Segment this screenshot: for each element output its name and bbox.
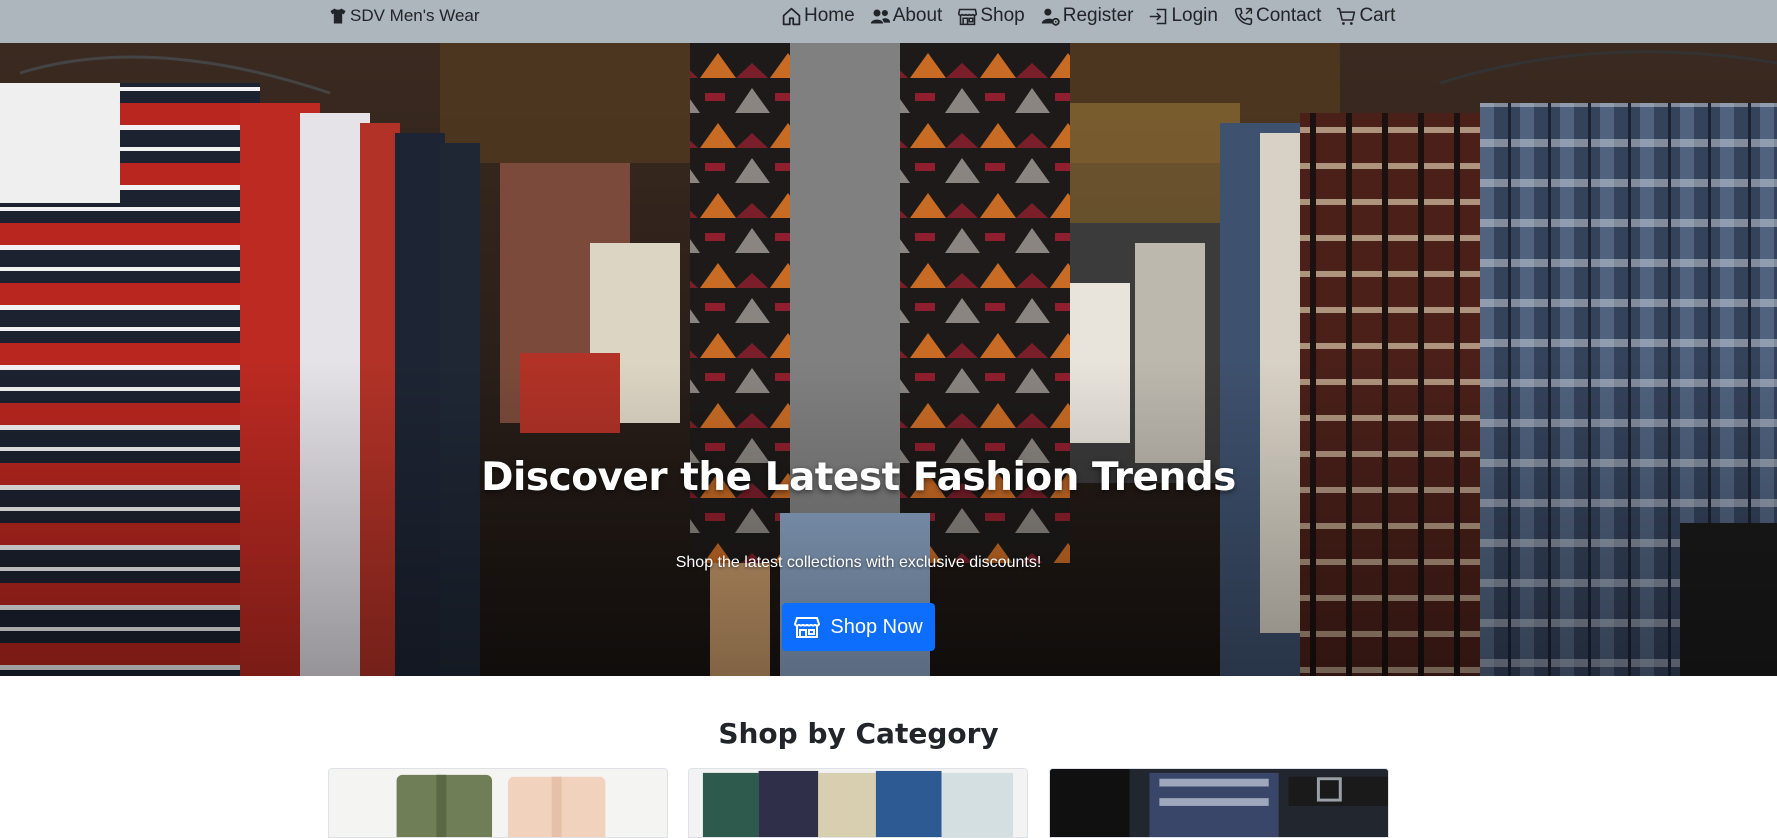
nav-register[interactable]: Register <box>1040 5 1134 27</box>
hero-banner: Discover the Latest Fashion Trends Shop … <box>0 43 1777 676</box>
nav-home-label: Home <box>804 5 855 26</box>
nav-login[interactable]: Login <box>1148 5 1218 27</box>
cart-icon <box>1337 7 1356 25</box>
category-image-shirts <box>329 769 667 837</box>
hero-background-image <box>0 43 1777 676</box>
nav-cart-label: Cart <box>1359 5 1396 26</box>
nav-cart[interactable]: Cart <box>1336 5 1395 27</box>
home-icon <box>782 7 801 25</box>
nav-shop-label: Shop <box>980 5 1025 26</box>
shop-now-label: Shop Now <box>830 615 923 638</box>
phone-icon <box>1234 7 1253 25</box>
shop-icon <box>794 617 821 638</box>
login-icon <box>1150 8 1167 24</box>
brand-label: SDV Men's Wear <box>350 6 480 25</box>
nav-home[interactable]: Home <box>781 5 855 27</box>
nav-contact[interactable]: Contact <box>1233 5 1321 27</box>
main-nav: Home About Shop Register Login Contact C… <box>781 3 1395 29</box>
nav-about-label: About <box>892 5 943 26</box>
nav-contact-label: Contact <box>1255 5 1322 26</box>
category-image-accessories <box>1050 769 1388 837</box>
nav-shop[interactable]: Shop <box>957 5 1025 27</box>
brand-link[interactable]: SDV Men's Wear <box>328 4 480 28</box>
navbar: SDV Men's Wear Home About Shop Register … <box>0 0 1777 43</box>
people-icon <box>870 9 890 23</box>
category-section-title: Shop by Category <box>718 717 999 750</box>
tshirt-icon <box>330 8 346 24</box>
nav-register-label: Register <box>1062 5 1134 26</box>
person-gear-icon <box>1041 8 1060 26</box>
hero-title: Discover the Latest Fashion Trends <box>481 455 1236 500</box>
nav-login-label: Login <box>1171 5 1218 26</box>
nav-about[interactable]: About <box>870 5 943 27</box>
shop-icon <box>958 8 978 25</box>
category-image-jeans <box>689 769 1027 837</box>
shop-now-button[interactable]: Shop Now <box>782 603 935 651</box>
hero-subtitle: Shop the latest collections with exclusi… <box>675 554 1042 571</box>
